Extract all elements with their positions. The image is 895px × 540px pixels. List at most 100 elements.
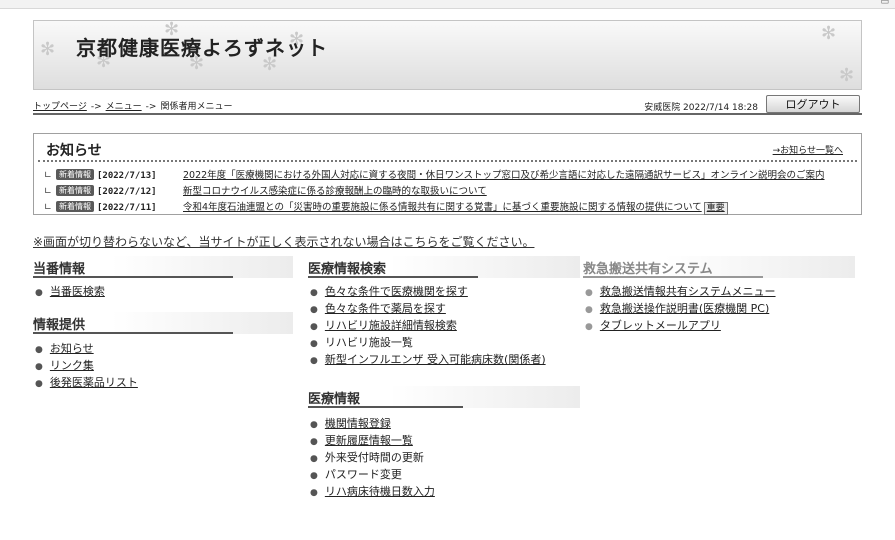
generic-drug-list-link[interactable]: 後発医薬品リスト [50, 376, 138, 389]
bullet-icon: ● [35, 379, 43, 389]
emergency-menu-link[interactable]: 救急搬送情報共有システムメニュー [600, 285, 776, 298]
tablet-mail-app-link[interactable]: タブレットメールアプリ [600, 319, 721, 332]
list-item: ● パスワード変更 [308, 466, 435, 483]
news-item: ∟ 新着情報 [2022/7/12] 新型コロナウイルス感染症に係る診療報酬上の臨時的… [44, 183, 487, 198]
list-item: ● リハビリ施設詳細情報検索 [308, 317, 546, 334]
heading-underline [308, 406, 463, 408]
corner-icon: ∟ [44, 170, 52, 181]
bullet-icon: ● [310, 288, 318, 298]
news-date: [2022/7/13] [97, 171, 157, 181]
section-medical-heading: 医療情報 [308, 386, 580, 408]
bullet-icon: ● [35, 288, 43, 298]
section-duty-heading: 当番情報 [33, 256, 293, 278]
news-link[interactable]: 新型コロナウイルス感染症に係る診療報酬上の臨時的な取扱いについて [183, 186, 487, 197]
list-item: ● 更新履歴情報一覧 [308, 432, 435, 449]
breadcrumb-bar: トップページ -> メニュー -> 関係者用メニュー 安威医院 2022/7/14 18… [33, 95, 862, 115]
list-item: ● リンク集 [33, 357, 138, 374]
logout-button[interactable]: ログアウト [766, 95, 860, 113]
bullet-icon: ● [310, 488, 318, 498]
heading-underline [308, 276, 478, 278]
password-change-text[interactable]: パスワード変更 [325, 468, 402, 481]
list-item: ● 色々な条件で薬局を探す [308, 300, 546, 317]
news-title: お知らせ [46, 143, 102, 159]
bullet-icon: ● [310, 356, 318, 366]
breadcrumb: トップページ -> メニュー -> 関係者用メニュー [33, 99, 232, 112]
bullet-icon: ● [585, 288, 593, 298]
list-item: ● 後発医薬品リスト [33, 374, 138, 391]
news-list-link[interactable]: →お知らせ一覧へ [773, 143, 843, 156]
bullet-icon: ● [310, 339, 318, 349]
news-divider [38, 160, 857, 162]
section-title: 救急搬送共有システム [583, 262, 713, 277]
heading-underline [33, 276, 233, 278]
list-item: ● 新型インフルエンザ 受入可能病床数(関係者) [308, 351, 546, 368]
heading-underline [33, 332, 233, 334]
breadcrumb-menu[interactable]: メニュー [106, 102, 142, 112]
bullet-icon: ● [310, 420, 318, 430]
news-link[interactable]: 令和4年度石油連盟との「災害時の重要施設に係る情報共有に関する覚書」に基づく重要… [183, 202, 702, 213]
list-item: ● タブレットメールアプリ [583, 317, 776, 334]
list-item: ● 外来受付時間の更新 [308, 449, 435, 466]
list-item: ● お知らせ [33, 340, 138, 357]
news-page-link[interactable]: お知らせ [50, 342, 94, 355]
bullet-icon: ● [310, 305, 318, 315]
breadcrumb-separator: -> [90, 102, 102, 112]
corner-icon: ∟ [44, 202, 52, 213]
snowflake-icon: ✻ [40, 39, 56, 60]
news-date: [2022/7/11] [97, 203, 157, 213]
bullet-icon: ● [310, 437, 318, 447]
bullet-icon: ● [35, 362, 43, 372]
breadcrumb-top[interactable]: トップページ [33, 102, 87, 112]
rehab-detail-search-link[interactable]: リハビリ施設詳細情報検索 [325, 319, 457, 332]
medical-links: ● 機関情報登録 ● 更新履歴情報一覧 ● 外来受付時間の更新 ● パスワード変更 ● リ… [308, 415, 435, 500]
list-item: ● 当番医検索 [33, 283, 105, 300]
news-link[interactable]: 2022年度「医療機関における外国人対応に資する夜間・休日ワンストップ窓口及び希… [183, 170, 825, 181]
section-title: 医療情報 [308, 392, 361, 407]
bullet-icon: ● [35, 345, 43, 355]
list-item: ● 機関情報登録 [308, 415, 435, 432]
links-page-link[interactable]: リンク集 [50, 359, 94, 372]
news-box: お知らせ →お知らせ一覧へ ∟ 新着情報 [2022/7/13] 2022年度「医療機… [33, 133, 862, 215]
list-item: ● リハビリ施設一覧 [308, 334, 546, 351]
browser-top-strip: ▭ [0, 0, 895, 9]
list-item: ● 救急搬送情報共有システムメニュー [583, 283, 776, 300]
breadcrumb-current: 関係者用メニュー [160, 102, 233, 112]
facility-register-link[interactable]: 機関情報登録 [325, 417, 391, 430]
section-emergency-heading: 救急搬送共有システム [583, 256, 855, 278]
emergency-links: ● 救急搬送情報共有システムメニュー ● 救急搬送操作説明書(医療機関 PC) ● タ… [583, 283, 776, 334]
important-badge[interactable]: 重要 [703, 202, 728, 215]
update-history-link[interactable]: 更新履歴情報一覧 [325, 434, 413, 447]
search-links: ● 色々な条件で医療機関を探す ● 色々な条件で薬局を探す ● リハビリ施設詳細情報検… [308, 283, 546, 368]
breadcrumb-separator: -> [145, 102, 157, 112]
section-title: 当番情報 [33, 262, 86, 277]
duty-links: ● 当番医検索 [33, 283, 105, 300]
news-item: ∟ 新着情報 [2022/7/11] 令和4年度石油連盟との「災害時の重要施設に係る情… [44, 199, 728, 215]
list-item: ● 救急搬送操作説明書(医療機関 PC) [583, 300, 776, 317]
close-icon[interactable]: ▭ [880, 0, 889, 7]
search-pharmacy-link[interactable]: 色々な条件で薬局を探す [325, 302, 446, 315]
corner-icon: ∟ [44, 186, 52, 197]
new-badge: 新着情報 [56, 201, 94, 212]
site-title: 京都健康医療よろずネット [76, 36, 328, 60]
list-item: ● 色々な条件で医療機関を探す [308, 283, 546, 300]
display-help-link[interactable]: ※画面が切り替わらないなど、当サイトが正しく表示されない場合はこちらをご覧くださ… [33, 233, 534, 250]
influenza-beds-link[interactable]: 新型インフルエンザ 受入可能病床数(関係者) [325, 353, 546, 366]
heading-underline [583, 276, 763, 278]
rehab-wait-days-link[interactable]: リハ病床待機日数入力 [325, 485, 435, 498]
emergency-manual-link[interactable]: 救急搬送操作説明書(医療機関 PC) [600, 302, 769, 315]
new-badge: 新着情報 [56, 185, 94, 196]
section-info-heading: 情報提供 [33, 312, 293, 334]
outpatient-hours-text[interactable]: 外来受付時間の更新 [325, 451, 424, 464]
duty-doctor-search-link[interactable]: 当番医検索 [50, 285, 105, 298]
bullet-icon: ● [585, 322, 593, 332]
search-hospital-link[interactable]: 色々な条件で医療機関を探す [325, 285, 468, 298]
rehab-list-text[interactable]: リハビリ施設一覧 [325, 336, 413, 349]
user-info: 安威医院 2022/7/14 18:28 [644, 103, 758, 113]
site-header-banner: ✻ ✻ ✻ ✻ ✻ ✻ ✻ ✻ 京都健康医療よろずネット [33, 20, 862, 90]
bullet-icon: ● [585, 305, 593, 315]
snowflake-icon: ✻ [839, 65, 855, 86]
new-badge: 新着情報 [56, 169, 94, 180]
snowflake-icon: ✻ [821, 23, 837, 44]
bullet-icon: ● [310, 454, 318, 464]
info-links: ● お知らせ ● リンク集 ● 後発医薬品リスト [33, 340, 138, 391]
